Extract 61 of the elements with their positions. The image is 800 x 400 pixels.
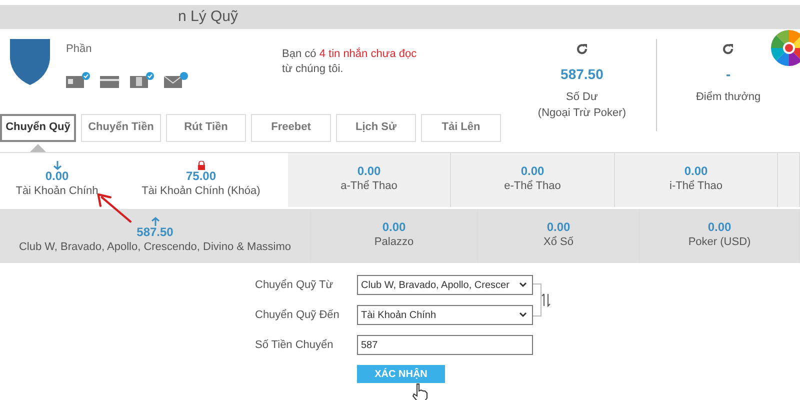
field-label: Số Tiền Chuyển <box>255 338 334 353</box>
tab[interactable]: Freebet <box>251 114 331 142</box>
wallet-amount: 0.00 <box>520 165 544 178</box>
wallet-cell[interactable]: 0.00 Poker (USD) <box>640 209 800 263</box>
wallet-amount: 0.00 <box>684 165 708 178</box>
wallet-amount: 75.00 <box>186 170 216 183</box>
field-label: Chuyển Quỹ Đến <box>255 308 340 323</box>
refresh-icon[interactable] <box>722 43 734 56</box>
wallet-label: Club W, Bravado, Apollo, Crescendo, Divino & Massimo <box>18 240 292 255</box>
refresh-icon[interactable] <box>576 43 588 56</box>
balance-note: (Ngoại Trừ Poker) <box>536 106 627 121</box>
wallet-amount: 0.00 <box>45 170 69 183</box>
hand-cursor-icon <box>411 383 429 400</box>
wallet-amount: 587.50 <box>136 226 174 239</box>
tab[interactable]: Rút Tiền <box>166 114 246 142</box>
user-name: Phần <box>66 42 93 57</box>
lock-icon <box>196 160 206 170</box>
points-value: - <box>724 64 732 84</box>
unread-messages-notice: Bạn có 4 tin nhắn chưa đọc từ chúng tôi. <box>282 47 418 77</box>
wallet-amount: 0.00 <box>357 165 381 178</box>
wallet-cell[interactable]: 0.00 Palazzo <box>311 209 478 263</box>
dropdown[interactable]: Tài Khoản Chính <box>357 305 533 325</box>
points-label: Điểm thưởng <box>694 90 762 104</box>
wallet-cell[interactable]: 587.50 Club W, Bravado, Apollo, Crescendo, Divino & Massimo <box>0 209 311 263</box>
arrow-up-icon <box>150 216 160 226</box>
wallet-label: e-Thể Thao <box>504 179 561 194</box>
wallet-label: Palazzo <box>374 235 414 250</box>
annotation-arrow <box>94 193 134 223</box>
envelope-icon[interactable] <box>164 72 188 88</box>
caret-icon <box>519 312 527 318</box>
arrow-down-icon <box>52 160 62 170</box>
input-field[interactable]: 587 <box>357 335 533 355</box>
wallet-label: Xổ Số <box>544 235 574 250</box>
caret-icon <box>519 282 527 288</box>
wallet-cell[interactable]: 0.00 i-Thể Thao <box>615 153 778 207</box>
wallet-cell[interactable]: 0.00 a-Thể Thao <box>288 153 451 207</box>
field-label: Chuyển Quỹ Từ <box>255 278 334 293</box>
wallet-amount: 0.00 <box>546 221 570 234</box>
wallet-label: Poker (USD) <box>688 235 751 250</box>
wallet-amount: 0.00 <box>382 221 406 234</box>
wallet-cell[interactable]: 0.00 Xổ Số <box>478 209 640 263</box>
wallet-cell[interactable]: 0.00 e-Thể Thao <box>451 153 615 207</box>
tab[interactable]: Lịch Sử <box>336 114 416 142</box>
tab[interactable]: Chuyển Tiền <box>81 114 161 142</box>
phone-icon[interactable] <box>130 72 154 88</box>
wallet-amount: 0.00 <box>708 221 732 234</box>
wallet-label: a-Thể Thao <box>340 179 398 194</box>
balance-amount: 587.50 <box>560 64 604 84</box>
dropdown[interactable]: Club W, Bravado, Apollo, Crescer <box>357 275 533 295</box>
wallet-label: i-Thể Thao <box>670 179 722 194</box>
tab[interactable]: Chuyển Quỹ <box>0 114 76 142</box>
wallet-cell[interactable]: 75.00 Tài Khoản Chính (Khóa) <box>114 153 288 207</box>
shield-icon <box>8 37 52 87</box>
tab[interactable]: Tải Lên <box>421 114 501 142</box>
balance-label: Số Dư <box>565 90 599 104</box>
page-title: n Lý Quỹ <box>178 6 238 27</box>
wallet-cell[interactable]: 0.00 Tài Khoản Chính <box>0 153 114 207</box>
prize-wheel-icon[interactable] <box>770 29 800 67</box>
wallet-label: Tài Khoản Chính <box>16 184 98 199</box>
id-card-icon[interactable] <box>66 72 90 88</box>
wallet-label: Tài Khoản Chính (Khóa) <box>142 184 260 199</box>
